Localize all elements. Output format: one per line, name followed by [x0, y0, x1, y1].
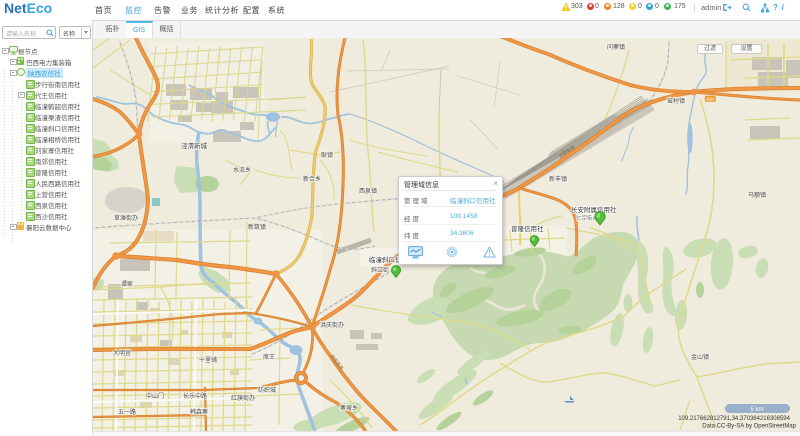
svg-text:泾渭新城: 泾渭新城: [181, 141, 208, 150]
svg-text:问寨镇: 问寨镇: [607, 43, 625, 51]
svg-text:新合乡: 新合乡: [303, 175, 321, 183]
svg-text:G30: G30: [706, 96, 714, 101]
svg-text:耿镇: 耿镇: [321, 151, 333, 159]
svg-text:红旗街办: 红旗街办: [231, 394, 255, 402]
svg-text:曾隆信用社: 曾隆信用社: [511, 224, 544, 233]
svg-text:西泉镇: 西泉镇: [359, 187, 377, 195]
svg-text:新丰镇: 新丰镇: [549, 175, 567, 183]
svg-text:水流乡: 水流乡: [233, 166, 251, 174]
svg-text:窑村镇: 窑村镇: [667, 97, 685, 105]
svg-text:十里铺: 十里铺: [199, 356, 217, 364]
svg-text:大明宫: 大明宫: [113, 349, 131, 357]
svg-text:席王: 席王: [263, 353, 275, 361]
svg-text:中山门: 中山门: [146, 392, 164, 400]
svg-text:金山镇: 金山镇: [691, 353, 709, 361]
svg-text:马额镇: 马额镇: [748, 191, 766, 199]
svg-text:斜口街: 斜口街: [371, 266, 389, 274]
svg-text:109.217662812791,34.3703842163: 109.217662812791,34.370384216308594: [678, 416, 790, 422]
svg-text:谭家: 谭家: [121, 280, 133, 288]
svg-text:五一路: 五一路: [118, 408, 136, 416]
svg-text:纺织城: 纺织城: [258, 386, 276, 394]
svg-text:长乐中路: 长乐中路: [183, 392, 207, 400]
svg-text:寨坡乡: 寨坡乡: [340, 404, 358, 412]
svg-text:长安附属信用社: 长安附属信用社: [571, 205, 617, 214]
svg-text:5 km: 5 km: [750, 407, 763, 413]
svg-text:Data CC-By-SA by OpenStreetMap: Data CC-By-SA by OpenStreetMap: [702, 424, 796, 430]
svg-text:新筑镇: 新筑镇: [248, 223, 266, 231]
svg-text:韩森寨: 韩森寨: [190, 408, 208, 416]
svg-text:洪庆街办: 洪庆街办: [320, 321, 344, 329]
svg-text:草滩街办: 草滩街办: [114, 214, 138, 222]
